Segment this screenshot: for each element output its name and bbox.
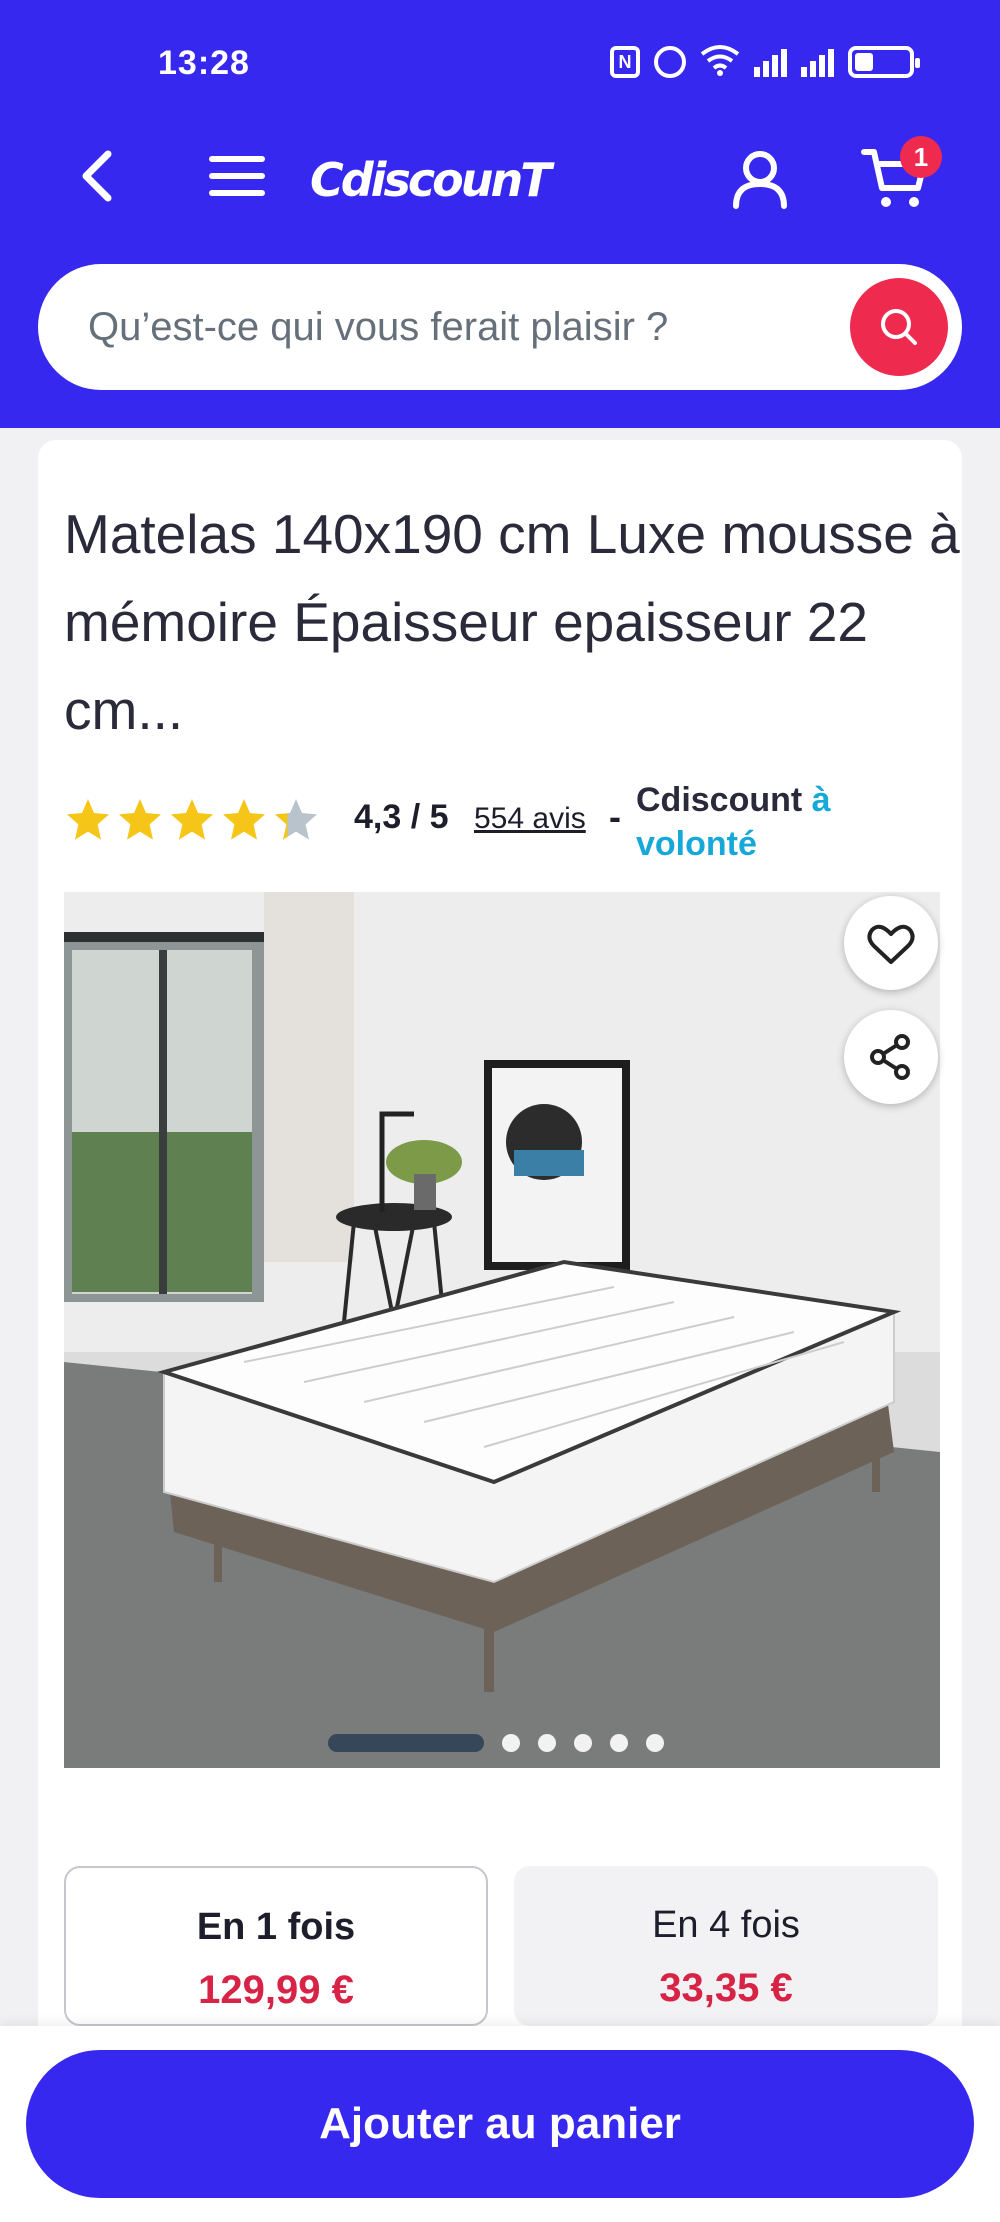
signal-icon <box>754 47 787 77</box>
product-image[interactable] <box>64 892 940 1768</box>
search-button[interactable] <box>850 278 948 376</box>
back-button[interactable] <box>70 146 130 206</box>
star-full-icon <box>223 799 265 840</box>
seller-name: Cdiscount <box>636 781 803 819</box>
payment-option-1x[interactable]: En 1 fois 129,99 € <box>64 1866 488 2026</box>
star-full-icon <box>67 799 109 840</box>
share-icon <box>870 1034 910 1080</box>
wifi-icon <box>700 44 740 80</box>
seller-badge[interactable]: Cdiscount à volonté <box>636 778 896 866</box>
add-to-cart-button[interactable]: Ajouter au panier <box>26 2050 974 2198</box>
status-bar: 13:28 N <box>0 0 1000 120</box>
reviews-link[interactable]: 554 avis <box>474 802 586 836</box>
heart-icon <box>867 924 915 964</box>
favorite-button[interactable] <box>844 896 938 990</box>
payment-option-price: 33,35 € <box>659 1966 793 2010</box>
carousel-dot-active[interactable] <box>328 1734 484 1752</box>
rating-row: 4,3 / 5 554 avis - Cdiscount à volonté <box>64 778 944 878</box>
status-time: 13:28 <box>158 44 250 82</box>
nfc-icon: N <box>610 46 640 78</box>
share-button[interactable] <box>844 1010 938 1104</box>
star-partial-icon <box>275 799 317 840</box>
carousel-dot[interactable] <box>646 1734 664 1752</box>
search-input[interactable] <box>88 264 868 390</box>
cdiscount-logo[interactable]: CdiscounT <box>310 150 552 210</box>
rating-stars <box>64 796 320 844</box>
star-full-icon <box>171 799 213 840</box>
chevron-left-icon <box>82 150 112 202</box>
alarm-icon <box>654 46 686 78</box>
image-carousel-dots <box>328 1734 664 1752</box>
payment-option-label: En 1 fois <box>196 1906 356 1948</box>
product-title: Matelas 140x190 cm Luxe mousse à mémoire… <box>64 503 960 741</box>
carousel-dot[interactable] <box>610 1734 628 1752</box>
mattress-photo <box>64 892 940 1768</box>
payment-option-4x[interactable]: En 4 fois 33,35 € <box>514 1866 938 2026</box>
search-icon <box>881 309 917 345</box>
payment-option-label: En 4 fois <box>652 1904 800 1946</box>
rating-value: 4,3 / 5 <box>354 798 449 836</box>
carousel-dot[interactable] <box>502 1734 520 1752</box>
app-header: 13:28 N CdiscounT 1 <box>0 0 1000 428</box>
nav-row: CdiscounT 1 <box>0 128 1000 228</box>
status-icons: N <box>610 44 920 80</box>
product-card: Matelas 140x190 cm Luxe mousse à mémoire… <box>38 440 962 2200</box>
carousel-dot[interactable] <box>574 1734 592 1752</box>
menu-button[interactable] <box>205 146 269 206</box>
cart-count-badge: 1 <box>900 136 942 178</box>
battery-icon <box>848 46 920 78</box>
payment-option-price: 129,99 € <box>198 1968 354 2012</box>
star-full-icon <box>119 799 161 840</box>
account-button[interactable] <box>728 146 792 210</box>
carousel-dot[interactable] <box>538 1734 556 1752</box>
cart-button[interactable]: 1 <box>860 136 942 212</box>
user-icon <box>733 151 787 209</box>
separator: - <box>609 796 621 837</box>
search-bar <box>38 264 962 390</box>
signal-icon <box>801 47 834 77</box>
bottom-action-bar: Ajouter au panier <box>0 2026 1000 2222</box>
